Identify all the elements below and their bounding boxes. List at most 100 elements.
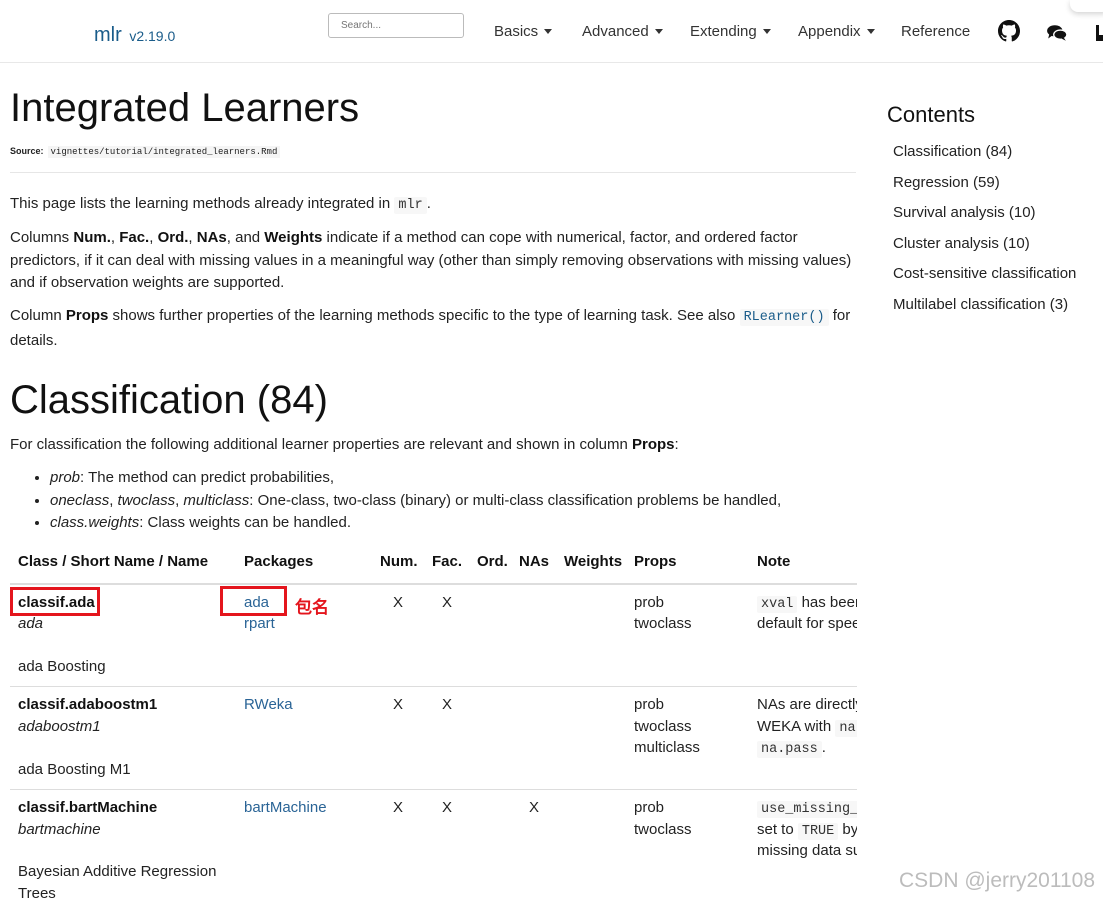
rss-icon[interactable] [1094,22,1103,44]
note-code: na.pass [757,741,822,758]
note-line: use_missing_ [757,797,857,821]
learner-name: ada Boosting [18,658,106,675]
num-mark: X [393,696,404,713]
browser-overlay [1070,0,1103,12]
table-header-divider [10,583,857,585]
toc-title: Contents [887,102,976,127]
bold-nas: NAs [196,229,227,246]
header-fac: Fac. [432,553,463,570]
prop: twoclass [634,718,692,735]
text: Column [10,307,66,324]
bold-props: Props [65,307,109,324]
toc-item-classification[interactable]: Classification (84) [893,143,1012,160]
text: , and [226,229,265,246]
short-id: adaboostm1 [18,718,101,735]
toc-item-cost-sensitive[interactable]: Cost-sensitive classification [893,265,1076,282]
term: class.weights [50,514,140,531]
intro-paragraph-3: Column Props shows further properties of… [10,305,860,352]
package-link[interactable]: rpart [244,613,275,635]
version-label: v2.19.0 [129,28,176,44]
list-item: prob: The method can predict probabiliti… [50,467,781,490]
bold-props: Props [632,436,675,453]
note-line: WEKA with na. [757,716,857,740]
header-packages: Packages [244,553,314,570]
search-input[interactable] [328,13,464,38]
note-line: na.pass. [757,737,826,760]
header-note: Note [757,553,791,570]
package-link[interactable]: bartMachine [244,797,327,819]
text: , [110,229,120,246]
term: oneclass [50,491,110,509]
toc-item-multilabel[interactable]: Multilabel classification (3) [893,296,1068,313]
divider [10,172,856,173]
page-title: Integrated Learners [10,86,360,130]
text: , [149,229,158,246]
package-link[interactable]: RWeka [244,694,293,716]
term: twoclass [117,491,176,509]
toc-item-survival[interactable]: Survival analysis (10) [893,204,1036,221]
nav-advanced-label: Advanced [582,23,649,40]
source-label: Source: [10,146,44,156]
header-props: Props [634,553,677,570]
fac-mark: X [442,594,453,611]
prop: multiclass [634,739,700,756]
prop: prob [634,799,665,816]
props-list: prob: The method can predict probabiliti… [50,467,781,535]
row-divider [10,686,857,687]
source-line: Source: vignettes/tutorial/integrated_lea… [10,146,281,158]
nav-basics-label: Basics [494,23,539,40]
note-cell: xval has been default for spee [757,592,857,637]
class-name: classif.bartMachine [18,797,157,819]
text: : Class weights can be handled. [139,514,351,531]
header-nas: NAs [519,553,550,570]
toc-item-cluster[interactable]: Cluster analysis (10) [893,235,1030,252]
term: multiclass [183,491,250,509]
note-cell: NAs are directly WEKA with na. na.pass. [757,694,857,760]
source-path-link[interactable]: vignettes/tutorial/integrated_learners.R… [47,146,281,158]
brand-link[interactable]: mlr v2.19.0 [94,24,175,47]
nav-advanced[interactable]: Advanced [582,23,663,40]
nav-basics[interactable]: Basics [494,23,553,40]
note-line: missing data su [757,842,857,859]
section-heading-classification: Classification (84) [10,378,328,422]
note-line: xval has been [757,592,857,616]
toc-item-regression[interactable]: Regression (59) [893,174,1000,191]
text: : [674,436,679,453]
text: set to [757,821,798,838]
nav-appendix[interactable]: Appendix [798,23,875,40]
short-id: ada [18,615,44,632]
nav-extending[interactable]: Extending [690,23,771,40]
bold-fac: Fac. [119,229,150,246]
nav-extending-label: Extending [690,23,757,40]
caret-down-icon [762,28,771,34]
text: For classification the following additio… [10,436,633,453]
github-icon[interactable] [998,20,1020,42]
caret-down-icon [544,28,553,34]
text: WEKA with [757,718,836,735]
section-intro: For classification the following additio… [10,434,860,457]
bold-num: Num. [73,229,111,246]
short-name: ada [18,613,43,635]
text: shows further properties of the learning… [108,307,740,324]
highlight-box-class [10,587,100,616]
nas-mark: X [529,799,540,816]
nav-appendix-label: Appendix [798,23,861,40]
num-mark: X [393,799,404,816]
note-code: na. [835,720,857,737]
navbar: mlr v2.19.0 Basics Advanced Extending Ap… [0,0,1103,63]
chat-icon[interactable] [1046,22,1068,44]
learner-name: Trees [18,885,56,901]
fac-mark: X [442,799,453,816]
text: has been [797,594,857,611]
term: prob [50,469,81,486]
prop: prob [634,594,665,611]
rlearner-link[interactable]: RLearner() [739,309,829,326]
brand-name: mlr [94,24,122,46]
note-cell: use_missing_ set to TRUE by missing data… [757,797,857,863]
text: : One-class, two-class (binary) or multi… [249,491,782,509]
text: : The method can predict probabilities, [80,469,335,486]
class-name: classif.adaboostm1 [18,694,157,716]
caret-down-icon [654,28,663,34]
nav-reference[interactable]: Reference [901,23,970,40]
text: . [426,195,431,212]
